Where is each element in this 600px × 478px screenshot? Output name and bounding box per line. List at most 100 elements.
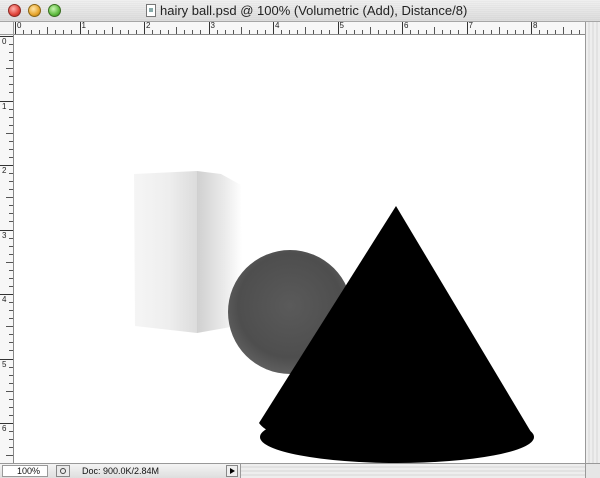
ruler-minor-tick [369,27,371,34]
ruler-minor-tick [240,27,242,34]
ruler-minor-tick [192,30,194,34]
ruler-minor-tick [224,30,226,34]
ruler-minor-tick [9,173,13,175]
ruler-minor-tick [9,253,13,255]
status-options-icon[interactable] [56,465,70,477]
ruler-minor-tick [200,30,202,34]
ruler-minor-tick [506,30,508,34]
ruler-minor-tick [9,84,13,86]
status-menu-arrow-icon[interactable] [226,465,238,477]
ruler-minor-tick [9,285,13,287]
ruler-minor-tick [547,30,549,34]
ruler-minor-tick [522,30,524,34]
ruler-minor-tick [9,310,13,312]
ruler-label: 2 [2,166,7,175]
ruler-label: 3 [2,230,7,240]
ruler-minor-tick [176,27,178,34]
ruler-minor-tick [256,30,258,34]
ruler-minor-tick [498,27,500,34]
ruler-minor-tick [9,44,13,46]
ruler-label: 0 [2,37,7,46]
photoshop-document-window: hairy ball.psd @ 100% (Volumetric (Add),… [0,0,600,478]
ruler-minor-tick [9,447,13,449]
vertical-ruler[interactable]: 0 1 2 3 4 5 6 [0,35,14,463]
ruler-minor-tick [71,30,73,34]
ruler-label: 3 [210,22,215,30]
resize-grip[interactable] [585,464,600,478]
ruler-minor-tick [563,27,565,34]
ruler-minor-tick [160,30,162,34]
ruler-minor-tick [9,414,13,416]
zoom-window-button[interactable] [48,4,61,17]
ruler-minor-tick [321,30,323,34]
ruler-minor-tick [184,30,186,34]
ruler-minor-tick [385,30,387,34]
horizontal-ruler[interactable]: 0 1 2 3 4 5 6 7 8 [14,22,585,35]
minimize-window-button[interactable] [28,4,41,17]
ruler-minor-tick [6,326,13,328]
document-size-info: Doc: 900.0K/2.84M [82,466,160,476]
ruler-minor-tick [9,76,13,78]
ruler-minor-tick [9,245,13,247]
ruler-major-tick [402,22,403,34]
document-proxy-icon[interactable] [146,4,156,17]
ruler-minor-tick [9,181,13,183]
ruler-minor-tick [418,30,420,34]
ruler-minor-tick [119,30,121,34]
ruler-minor-tick [103,30,105,34]
ruler-minor-tick [514,30,516,34]
ruler-minor-tick [232,30,234,34]
ruler-minor-tick [9,221,13,223]
ruler-label: 0 [17,22,22,30]
ruler-minor-tick [39,30,41,34]
ruler-minor-tick [377,30,379,34]
ruler-minor-tick [539,30,541,34]
ruler-label: 2 [146,22,151,30]
ruler-minor-tick [9,398,13,400]
vertical-scrollbar[interactable] [585,22,600,463]
ruler-label: 5 [339,22,344,30]
ruler-minor-tick [9,269,13,271]
ruler-minor-tick [9,302,13,304]
ruler-label: 1 [81,22,86,30]
ruler-origin-corner[interactable] [0,22,14,35]
ruler-minor-tick [9,318,13,320]
ruler-minor-tick [9,156,13,158]
ruler-minor-tick [9,342,13,344]
document-canvas[interactable] [14,35,585,463]
ruler-major-tick [79,22,81,34]
zoom-level-field[interactable]: 100% [2,465,48,477]
ruler-minor-tick [168,30,170,34]
ruler-minor-tick [55,30,57,34]
ruler-minor-tick [361,30,363,34]
ruler-minor-tick [95,30,97,34]
ruler-minor-tick [9,374,13,376]
ruler-minor-tick [135,30,137,34]
ruler-major-tick [15,22,16,34]
close-window-button[interactable] [8,4,21,17]
ruler-minor-tick [482,30,484,34]
title-bar[interactable]: hairy ball.psd @ 100% (Volumetric (Add),… [0,0,600,22]
ruler-minor-tick [9,213,13,215]
ruler-minor-tick [571,30,573,34]
ruler-minor-tick [9,366,13,368]
ruler-minor-tick [9,277,13,279]
ruler-minor-tick [345,30,347,34]
ruler-minor-tick [9,406,13,408]
ruler-label: 1 [2,101,7,111]
ruler-minor-tick [9,108,13,110]
ruler-minor-tick [9,140,13,142]
ruler-minor-tick [216,30,218,34]
ruler-minor-tick [579,30,581,34]
ruler-label: 5 [2,359,7,369]
ruler-minor-tick [264,30,266,34]
ruler-minor-tick [87,30,89,34]
horizontal-scrollbar[interactable] [240,464,585,478]
ruler-minor-tick [6,261,13,263]
ruler-minor-tick [6,390,13,392]
window-title: hairy ball.psd @ 100% (Volumetric (Add),… [160,3,468,18]
ruler-minor-tick [9,189,13,191]
ruler-minor-tick [6,132,13,134]
ruler-minor-tick [450,30,452,34]
ruler-major-tick [337,22,339,34]
